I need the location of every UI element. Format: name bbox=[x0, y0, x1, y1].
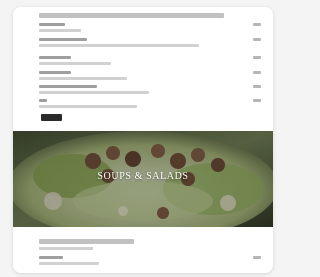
item-name bbox=[39, 99, 47, 102]
category-banner: SOUPS & SALADS bbox=[13, 131, 273, 227]
item-price bbox=[253, 38, 261, 41]
item-description bbox=[39, 262, 99, 265]
item-price bbox=[253, 71, 261, 74]
item-name bbox=[39, 38, 87, 41]
menu-item-row[interactable] bbox=[39, 99, 269, 115]
item-price bbox=[253, 99, 261, 102]
item-description bbox=[39, 29, 81, 32]
item-name bbox=[39, 23, 65, 26]
item-price bbox=[253, 56, 261, 59]
item-name bbox=[39, 56, 71, 59]
item-description bbox=[39, 44, 199, 47]
section-header bbox=[39, 239, 134, 244]
item-description bbox=[39, 62, 111, 65]
item-name bbox=[39, 256, 63, 259]
item-description bbox=[39, 91, 149, 94]
menu-card: SOUPS & SALADS bbox=[13, 7, 273, 273]
item-price bbox=[253, 256, 261, 259]
order-button[interactable] bbox=[41, 114, 62, 121]
menu-item-row[interactable] bbox=[39, 256, 269, 272]
banner-title: SOUPS & SALADS bbox=[97, 171, 189, 182]
menu-item-row[interactable] bbox=[39, 56, 269, 72]
item-price bbox=[253, 85, 261, 88]
item-name bbox=[39, 71, 71, 74]
item-description bbox=[39, 105, 137, 108]
menu-section-top bbox=[13, 7, 273, 129]
section-subheader bbox=[39, 247, 93, 250]
menu-item-row[interactable] bbox=[39, 38, 269, 54]
menu-item-row[interactable] bbox=[39, 23, 269, 39]
section-header bbox=[39, 13, 224, 18]
item-description bbox=[39, 77, 127, 80]
item-name bbox=[39, 85, 97, 88]
item-price bbox=[253, 23, 261, 26]
